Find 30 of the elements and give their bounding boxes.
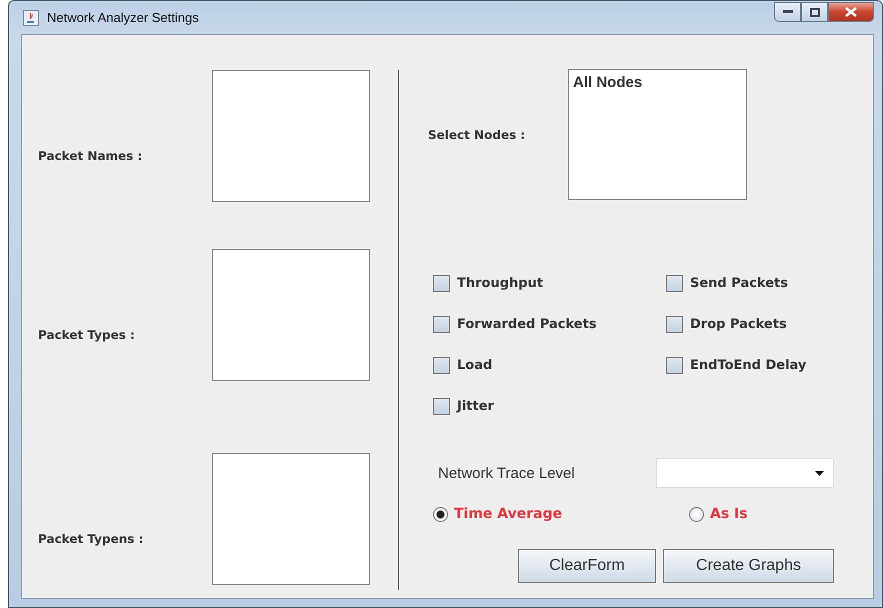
- close-button[interactable]: [828, 2, 874, 22]
- checkbox[interactable]: Forwarded Packets: [433, 314, 666, 334]
- caret-icon: [815, 470, 824, 476]
- maximize-button[interactable]: [801, 2, 828, 22]
- checkbox[interactable]: Throughput: [433, 273, 666, 293]
- list-box[interactable]: All Nodes: [568, 69, 747, 200]
- checkbox[interactable]: Load: [433, 355, 666, 375]
- list-box[interactable]: [212, 249, 370, 381]
- field-label: Select Nodes :: [428, 128, 526, 142]
- checkbox[interactable]: Jitter: [433, 396, 666, 416]
- radio-option[interactable]: Time Average: [433, 506, 689, 522]
- checkbox[interactable]: Drop Packets: [666, 314, 836, 334]
- form-button[interactable]: ClearForm: [518, 549, 656, 583]
- checkbox[interactable]: Send Packets: [666, 273, 836, 293]
- checkbox[interactable]: EndToEnd Delay: [666, 355, 836, 375]
- list-box[interactable]: [212, 453, 370, 585]
- window-title: Network Analyzer Settings: [47, 10, 200, 25]
- field-label: Packet Names :: [38, 149, 144, 163]
- field-label: Packet Types :: [38, 328, 136, 342]
- close-icon: [845, 7, 857, 17]
- app-icon: [23, 10, 39, 26]
- minimize-icon: [782, 10, 792, 14]
- maximize-icon: [810, 8, 820, 16]
- form-button[interactable]: Create Graphs: [663, 549, 834, 583]
- list-item[interactable]: All Nodes: [572, 74, 743, 91]
- field-label: Packet Typens :: [38, 532, 144, 546]
- list-box[interactable]: [212, 70, 370, 202]
- field-label: Network Trace Level: [438, 464, 576, 482]
- radio-option[interactable]: As Is: [689, 506, 748, 522]
- minimize-button[interactable]: [774, 2, 801, 22]
